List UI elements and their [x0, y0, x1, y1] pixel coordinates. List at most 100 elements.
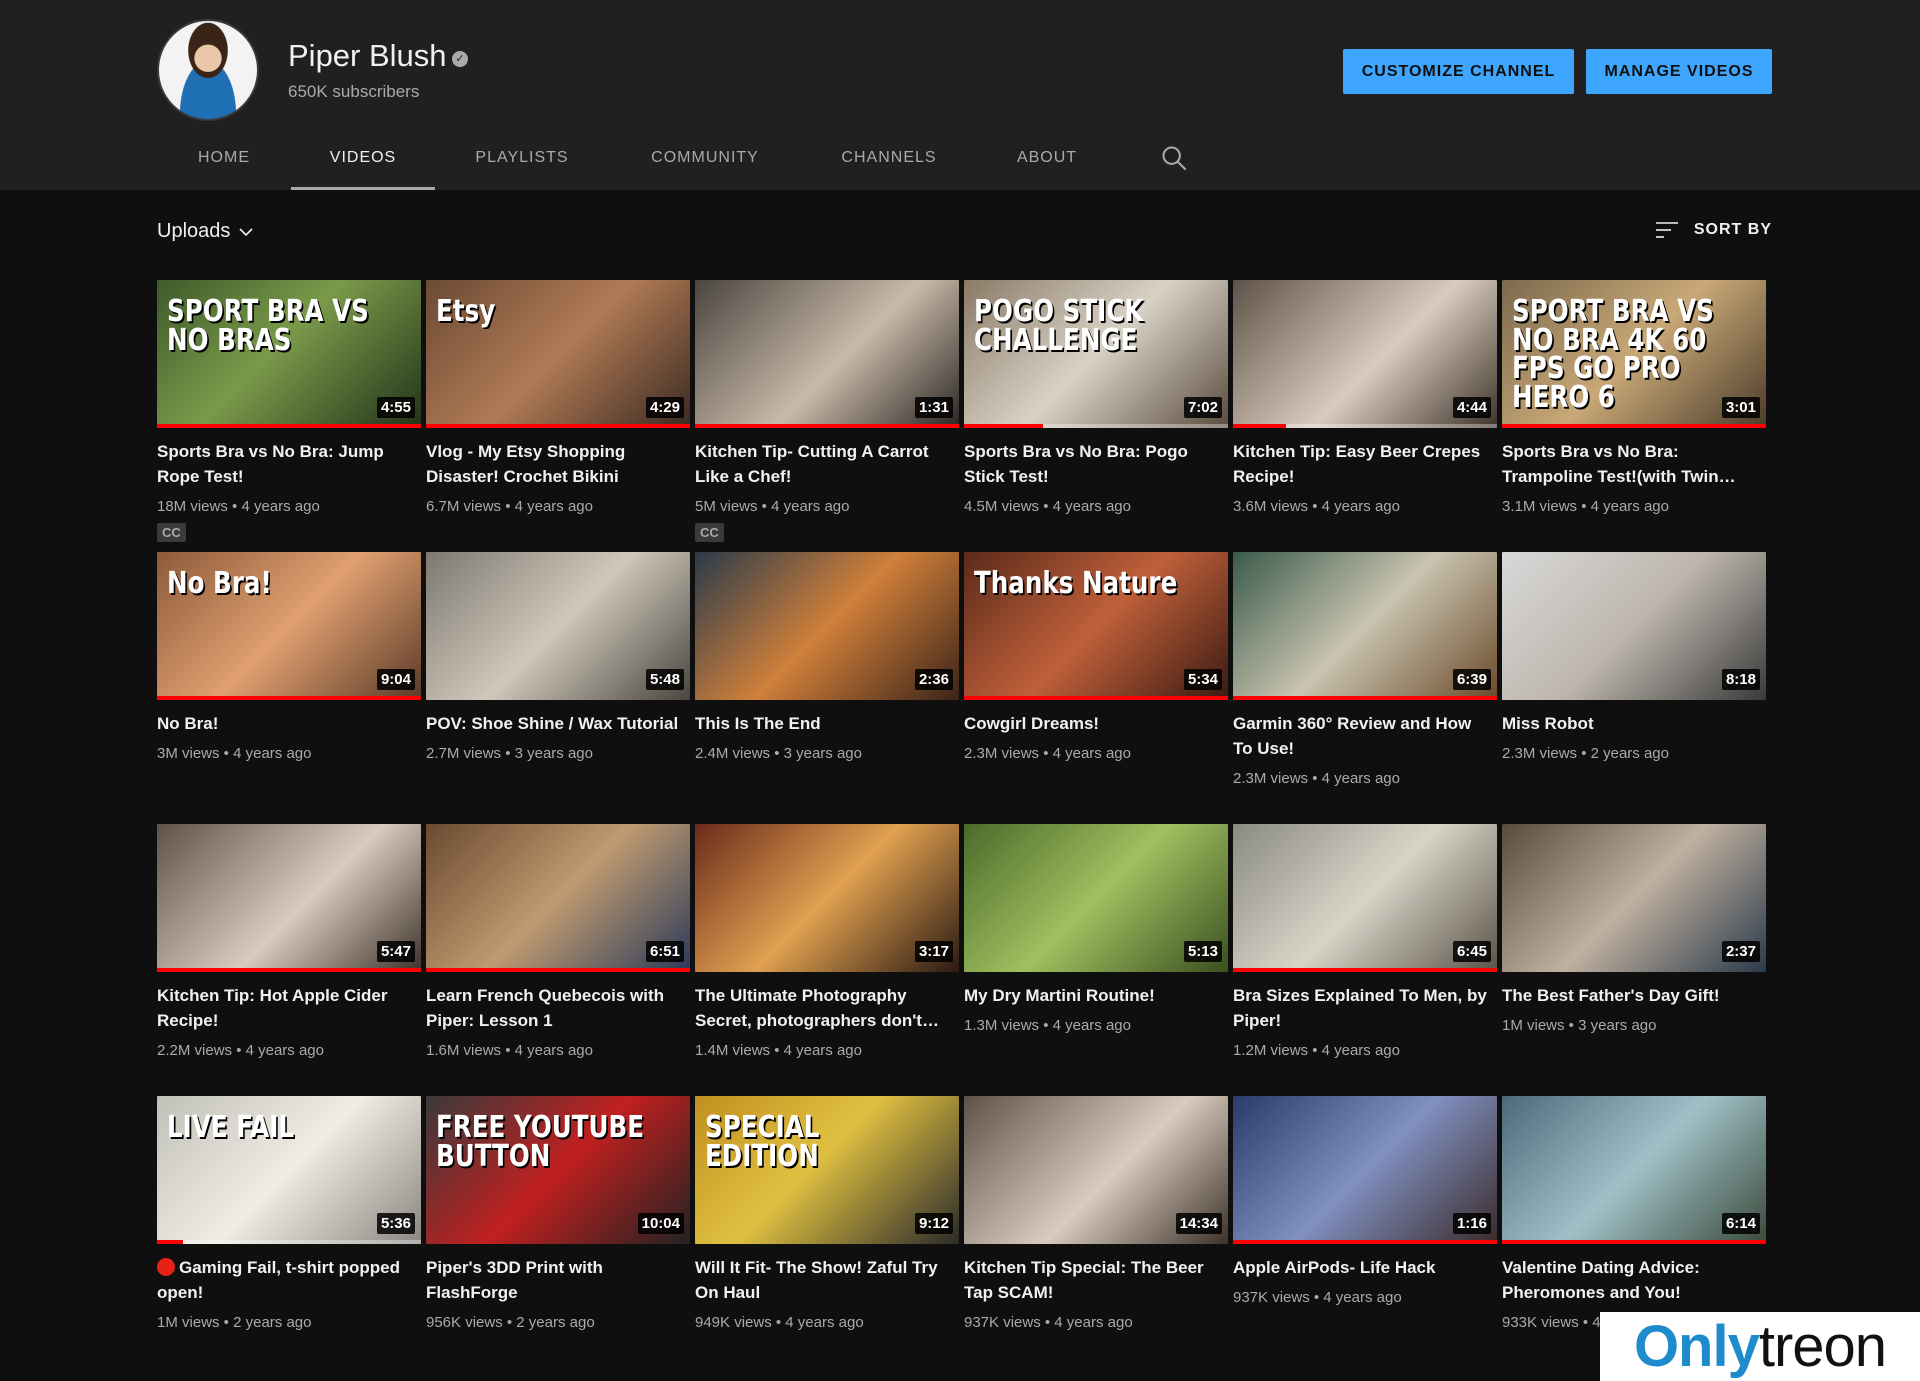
tab-home[interactable]: HOME: [157, 135, 291, 190]
video-thumbnail[interactable]: LIVE FAIL 5:36: [157, 1096, 421, 1244]
video-card[interactable]: 4:44 Kitchen Tip: Easy Beer Crepes Recipe…: [1233, 280, 1497, 552]
video-title[interactable]: Kitchen Tip: Easy Beer Crepes Recipe!: [1233, 439, 1493, 489]
video-title[interactable]: Will It Fit- The Show! Zaful Try On Haul: [695, 1255, 955, 1305]
video-card[interactable]: 6:51 Learn French Quebecois with Piper: L…: [426, 824, 690, 1096]
uploads-dropdown[interactable]: Uploads: [157, 220, 254, 243]
thumbnail-overlay-text: Thanks Nature: [974, 566, 1178, 601]
video-thumbnail[interactable]: 6:14: [1502, 1096, 1766, 1244]
video-card[interactable]: 1:31 Kitchen Tip- Cutting A Carrot Like a…: [695, 280, 959, 552]
tab-videos[interactable]: VIDEOS: [291, 135, 435, 190]
video-card[interactable]: 2:37 The Best Father's Day Gift! 1M views …: [1502, 824, 1766, 1096]
video-thumbnail[interactable]: No Bra! 9:04: [157, 552, 421, 700]
video-thumbnail[interactable]: Thanks Nature 5:34: [964, 552, 1228, 700]
video-title[interactable]: The Best Father's Day Gift!: [1502, 983, 1762, 1008]
video-title[interactable]: Piper's 3DD Print with FlashForge: [426, 1255, 686, 1305]
watch-progress-bar: [157, 696, 421, 700]
video-thumbnail[interactable]: 6:45: [1233, 824, 1497, 972]
video-card[interactable]: 5:48 POV: Shoe Shine / Wax Tutorial 2.7M v…: [426, 552, 690, 824]
video-thumbnail[interactable]: 4:44: [1233, 280, 1497, 428]
video-thumbnail[interactable]: 2:37: [1502, 824, 1766, 972]
tab-playlists[interactable]: PLAYLISTS: [435, 135, 609, 190]
video-card[interactable]: SPORT BRA VS NO BRA 4K 60 FPS GO PRO HER…: [1502, 280, 1766, 552]
video-card[interactable]: 14:34 Kitchen Tip Special: The Beer Tap S…: [964, 1096, 1228, 1368]
video-thumbnail[interactable]: 8:18: [1502, 552, 1766, 700]
video-title-text: Bra Sizes Explained To Men, by Piper!: [1233, 986, 1487, 1030]
video-duration: 3:01: [1721, 397, 1760, 418]
watch-progress-bar: [1233, 696, 1497, 700]
video-card[interactable]: Etsy 4:29 Vlog - My Etsy Shopping Disaster…: [426, 280, 690, 552]
video-card[interactable]: 8:18 Miss Robot 2.3M views • 2 years ago: [1502, 552, 1766, 824]
video-thumbnail[interactable]: 5:47: [157, 824, 421, 972]
sort-by-button[interactable]: SORT BY: [1654, 219, 1772, 241]
video-title[interactable]: My Dry Martini Routine!: [964, 983, 1224, 1008]
video-title[interactable]: Vlog - My Etsy Shopping Disaster! Croche…: [426, 439, 686, 489]
video-title[interactable]: The Ultimate Photography Secret, photogr…: [695, 983, 955, 1033]
video-thumbnail[interactable]: 14:34: [964, 1096, 1228, 1244]
video-card[interactable]: LIVE FAIL 5:36 Gaming Fail, t-shirt popped…: [157, 1096, 421, 1368]
video-thumbnail[interactable]: SPORT BRA VS NO BRA 4K 60 FPS GO PRO HER…: [1502, 280, 1766, 428]
video-title[interactable]: Sports Bra vs No Bra: Trampoline Test!(w…: [1502, 439, 1762, 489]
video-thumbnail[interactable]: 6:39: [1233, 552, 1497, 700]
video-card[interactable]: Thanks Nature 5:34 Cowgirl Dreams! 2.3M vie…: [964, 552, 1228, 824]
tab-about[interactable]: ABOUT: [977, 135, 1117, 190]
video-thumbnail[interactable]: SPECIAL EDITION 9:12: [695, 1096, 959, 1244]
video-title[interactable]: Apple AirPods- Life Hack: [1233, 1255, 1493, 1280]
watch-progress-fill: [157, 968, 421, 972]
video-thumbnail[interactable]: 5:13: [964, 824, 1228, 972]
tab-community[interactable]: COMMUNITY: [609, 135, 801, 190]
video-title[interactable]: Garmin 360° Review and How To Use!: [1233, 711, 1493, 761]
video-title-text: Garmin 360° Review and How To Use!: [1233, 714, 1472, 758]
avatar[interactable]: [157, 19, 259, 121]
video-duration: 5:36: [376, 1213, 415, 1234]
video-meta: 5M views • 4 years ago: [695, 498, 850, 515]
video-title[interactable]: Sports Bra vs No Bra: Pogo Stick Test!: [964, 439, 1224, 489]
video-card[interactable]: 5:47 Kitchen Tip: Hot Apple Cider Recipe!…: [157, 824, 421, 1096]
video-title[interactable]: Cowgirl Dreams!: [964, 711, 1224, 736]
watch-progress-fill: [1233, 968, 1497, 972]
video-title[interactable]: Bra Sizes Explained To Men, by Piper!: [1233, 983, 1493, 1033]
tab-channels[interactable]: CHANNELS: [801, 135, 977, 190]
video-card[interactable]: 5:13 My Dry Martini Routine! 1.3M views • …: [964, 824, 1228, 1096]
video-thumbnail[interactable]: 2:36: [695, 552, 959, 700]
video-title[interactable]: Gaming Fail, t-shirt popped open!: [157, 1255, 417, 1305]
video-thumbnail[interactable]: POGO STICK CHALLENGE 7:02: [964, 280, 1228, 428]
video-title[interactable]: Sports Bra vs No Bra: Jump Rope Test!: [157, 439, 417, 489]
video-grid: SPORT BRA VS NO BRAS 4:55 Sports Bra vs No…: [157, 280, 1766, 1368]
video-thumbnail[interactable]: 1:31: [695, 280, 959, 428]
video-thumbnail[interactable]: 6:51: [426, 824, 690, 972]
video-title[interactable]: Miss Robot: [1502, 711, 1762, 736]
manage-videos-button[interactable]: MANAGE VIDEOS: [1586, 49, 1772, 94]
video-card[interactable]: 2:36 This Is The End 2.4M views • 3 years …: [695, 552, 959, 824]
video-card[interactable]: SPORT BRA VS NO BRAS 4:55 Sports Bra vs No…: [157, 280, 421, 552]
watermark-logo: Only treon: [1600, 1312, 1920, 1381]
video-thumbnail[interactable]: FREE YOUTUBE BUTTON 10:04: [426, 1096, 690, 1244]
video-title[interactable]: This Is The End: [695, 711, 955, 736]
video-title[interactable]: Valentine Dating Advice: Pheromones and …: [1502, 1255, 1762, 1305]
video-card[interactable]: FREE YOUTUBE BUTTON 10:04 Piper's 3DD Prin…: [426, 1096, 690, 1368]
search-icon[interactable]: [1160, 144, 1188, 172]
video-meta: 6.7M views • 4 years ago: [426, 498, 593, 515]
video-meta: 2.4M views • 3 years ago: [695, 745, 862, 762]
video-thumbnail[interactable]: 3:17: [695, 824, 959, 972]
video-title[interactable]: Kitchen Tip Special: The Beer Tap SCAM!: [964, 1255, 1224, 1305]
video-thumbnail[interactable]: SPORT BRA VS NO BRAS 4:55: [157, 280, 421, 428]
video-thumbnail[interactable]: 5:48: [426, 552, 690, 700]
video-card[interactable]: POGO STICK CHALLENGE 7:02 Sports Bra vs No…: [964, 280, 1228, 552]
video-thumbnail[interactable]: 1:16: [1233, 1096, 1497, 1244]
watch-progress-fill: [1502, 1240, 1766, 1244]
video-card[interactable]: 3:17 The Ultimate Photography Secret, pho…: [695, 824, 959, 1096]
video-title-text: Sports Bra vs No Bra: Pogo Stick Test!: [964, 442, 1188, 486]
video-title[interactable]: Kitchen Tip- Cutting A Carrot Like a Che…: [695, 439, 955, 489]
video-card[interactable]: SPECIAL EDITION 9:12 Will It Fit- The Show…: [695, 1096, 959, 1368]
video-card[interactable]: 6:45 Bra Sizes Explained To Men, by Piper…: [1233, 824, 1497, 1096]
video-title[interactable]: POV: Shoe Shine / Wax Tutorial: [426, 711, 686, 736]
video-card[interactable]: 1:16 Apple AirPods- Life Hack 937K views •…: [1233, 1096, 1497, 1368]
video-card[interactable]: 6:39 Garmin 360° Review and How To Use! 2.…: [1233, 552, 1497, 824]
video-title-text: Cowgirl Dreams!: [964, 714, 1100, 733]
video-title[interactable]: No Bra!: [157, 711, 417, 736]
video-card[interactable]: No Bra! 9:04 No Bra! 3M views • 4 years ago: [157, 552, 421, 824]
video-title[interactable]: Kitchen Tip: Hot Apple Cider Recipe!: [157, 983, 417, 1033]
video-thumbnail[interactable]: Etsy 4:29: [426, 280, 690, 428]
video-title[interactable]: Learn French Quebecois with Piper: Lesso…: [426, 983, 686, 1033]
customize-channel-button[interactable]: CUSTOMIZE CHANNEL: [1343, 49, 1574, 94]
